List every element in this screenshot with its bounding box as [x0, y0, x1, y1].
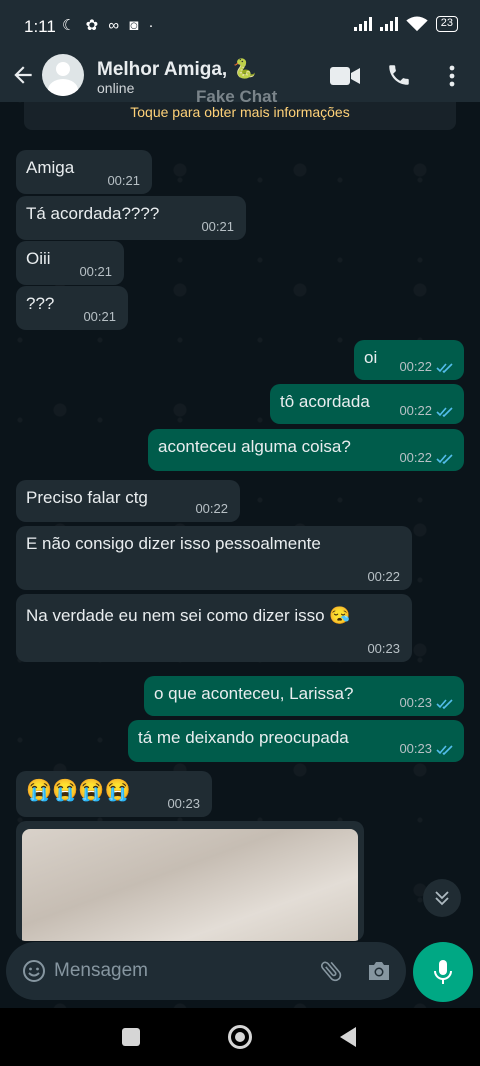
status-bar: 1:11 ☾ ✿ ∞ ◙ · 23: [0, 0, 480, 52]
read-ticks-icon: [436, 407, 453, 418]
message-incoming[interactable]: Tá acordada???? 00:21: [16, 196, 246, 240]
back-button[interactable]: [340, 1027, 356, 1047]
more-options-icon[interactable]: [446, 64, 458, 88]
image-preview[interactable]: [22, 829, 358, 941]
recent-apps-button[interactable]: [122, 1028, 140, 1046]
read-ticks-icon: [436, 454, 453, 465]
message-incoming[interactable]: Amiga 00:21: [16, 150, 152, 194]
wifi-icon: [406, 16, 428, 32]
message-outgoing[interactable]: oi 00:22: [354, 340, 464, 380]
message-outgoing[interactable]: tá me deixando preocupada 00:23: [128, 720, 464, 762]
message-incoming[interactable]: 😭😭😭😭 00:23: [16, 771, 212, 817]
microphone-icon: [434, 960, 452, 984]
double-chevron-down-icon: [435, 891, 449, 906]
status-right: 23: [353, 16, 458, 32]
watermark: Fake Chat: [196, 87, 278, 106]
home-button[interactable]: [228, 1025, 252, 1049]
contact-name[interactable]: Melhor Amiga, 🐍: [97, 57, 256, 81]
voice-message-button[interactable]: [413, 942, 473, 1002]
camera-icon[interactable]: [366, 959, 392, 983]
read-ticks-icon: [436, 699, 453, 710]
message-incoming[interactable]: Preciso falar ctg 00:22: [16, 480, 240, 522]
signal-icon: [353, 17, 372, 31]
message-incoming[interactable]: Na verdade eu nem sei como dizer isso 😪 …: [16, 594, 412, 662]
emoji-icon[interactable]: [22, 959, 46, 983]
scroll-down-button[interactable]: [423, 879, 461, 917]
battery-icon: 23: [435, 16, 458, 32]
phone-call-icon[interactable]: [386, 62, 412, 88]
message-outgoing[interactable]: o que aconteceu, Larissa? 00:23: [144, 676, 464, 716]
read-ticks-icon: [436, 745, 453, 756]
system-navigation-bar: [0, 1008, 480, 1066]
signal-icon-2: [379, 17, 398, 31]
back-arrow-icon[interactable]: [10, 62, 36, 88]
notification-icons: ☾ ✿ ∞ ◙ ·: [62, 17, 157, 34]
message-incoming[interactable]: ??? 00:21: [16, 286, 128, 330]
read-ticks-icon: [436, 363, 453, 374]
attach-icon[interactable]: [318, 958, 344, 984]
video-call-icon[interactable]: [330, 66, 360, 86]
image-message[interactable]: [16, 821, 364, 941]
status-time: 1:11: [24, 17, 56, 36]
message-incoming[interactable]: E não consigo dizer isso pessoalmente 00…: [16, 526, 412, 590]
message-incoming[interactable]: Oiii 00:21: [16, 241, 124, 285]
message-outgoing[interactable]: aconteceu alguma coisa? 00:22: [148, 429, 464, 471]
message-input[interactable]: [54, 956, 304, 986]
message-outgoing[interactable]: tô acordada 00:22: [270, 384, 464, 424]
avatar[interactable]: [42, 54, 84, 96]
message-composer: [6, 942, 406, 1000]
contact-status: online: [97, 80, 135, 96]
